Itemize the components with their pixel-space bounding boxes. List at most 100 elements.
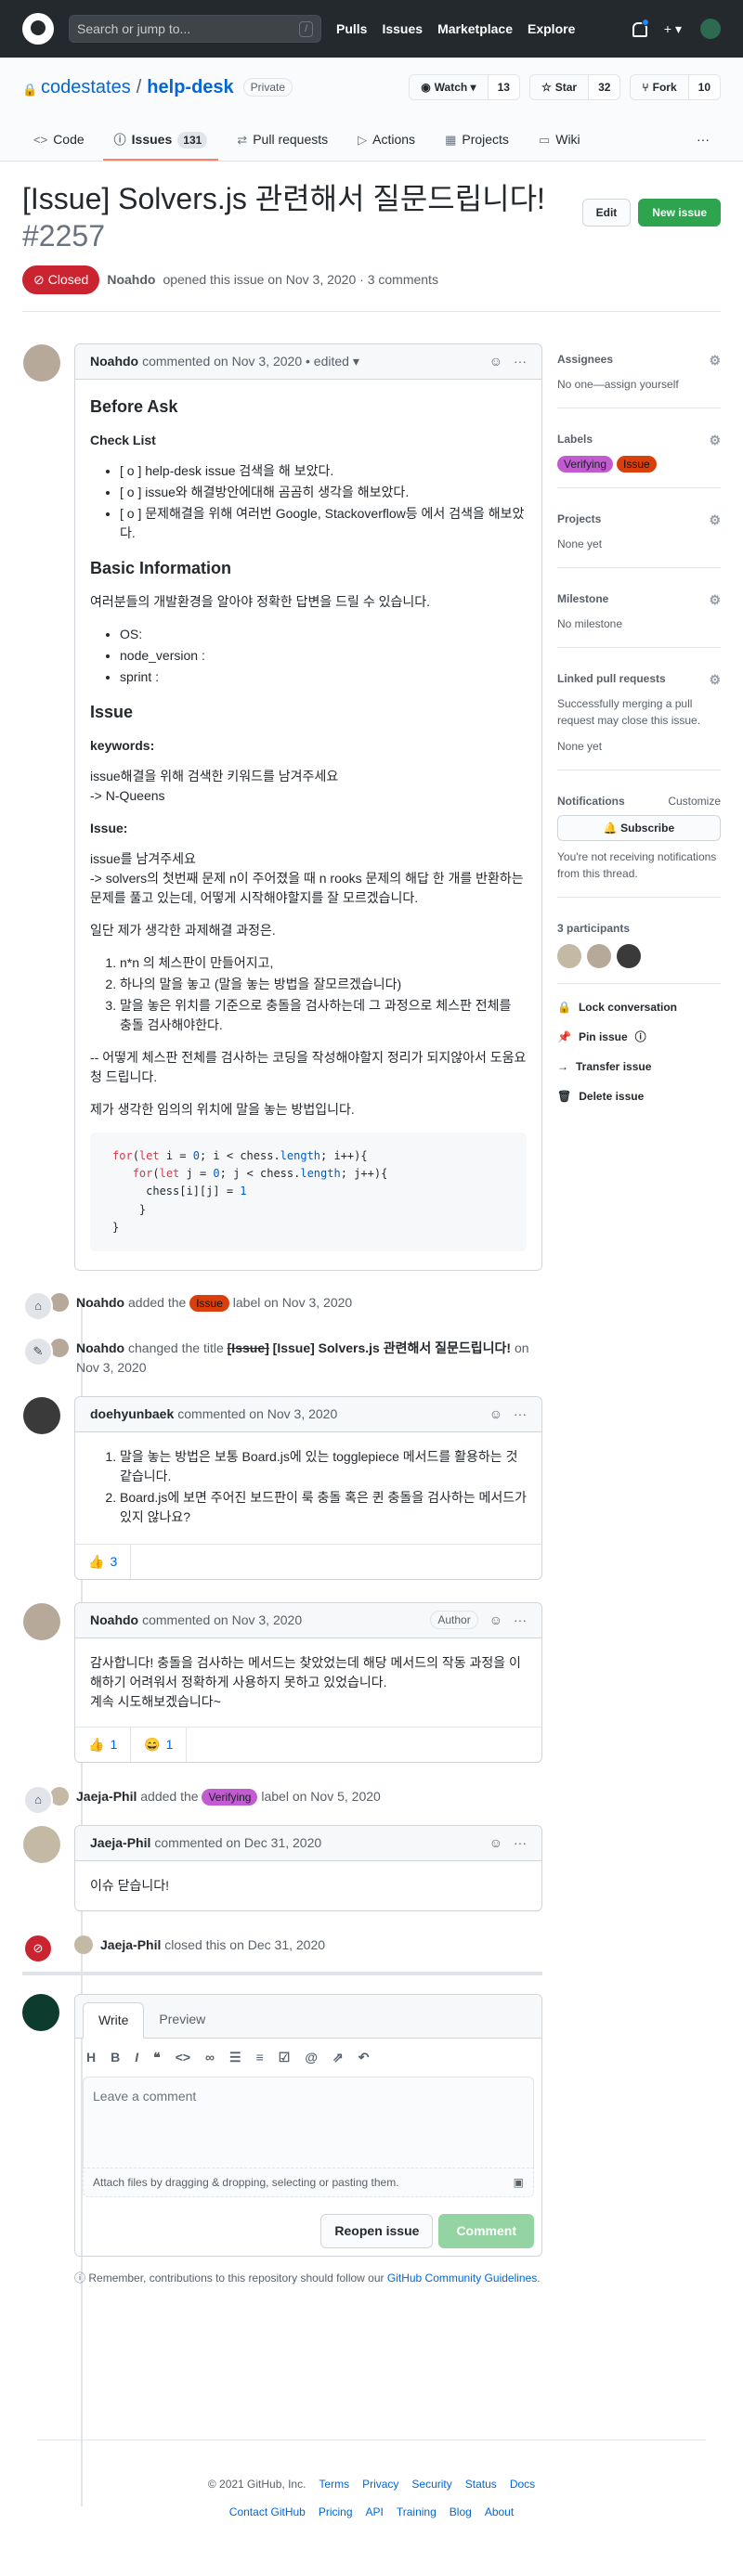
tab-write[interactable]: Write — [83, 2001, 145, 2039]
bold-icon[interactable]: B — [111, 2048, 120, 2067]
mention-icon[interactable]: @ — [305, 2048, 318, 2067]
repo-owner-link[interactable]: codestates — [41, 73, 131, 101]
event-actor[interactable]: Jaeja-Phil — [100, 1937, 161, 1952]
footer-link-status[interactable]: Status — [465, 2476, 497, 2492]
attach-files-bar[interactable]: Attach files by dragging & dropping, sel… — [83, 2167, 534, 2197]
event-actor[interactable]: Noahdo — [76, 1295, 124, 1310]
edit-title-button[interactable]: Edit — [581, 199, 632, 227]
guidelines-link[interactable]: GitHub Community Guidelines — [387, 2272, 537, 2285]
fork-button[interactable]: ⑂ Fork — [631, 75, 689, 99]
gear-icon[interactable]: ⚙ — [709, 351, 721, 370]
smiley-icon[interactable]: ☺ — [489, 352, 502, 371]
avatar-jaeja-mini[interactable] — [50, 1786, 69, 1806]
reply-icon[interactable]: ↶ — [358, 2048, 370, 2067]
tab-projects[interactable]: ▦ Projects — [434, 121, 520, 161]
more-tabs-button[interactable]: ··· — [685, 121, 721, 161]
tasklist-icon[interactable]: ☑ — [279, 2048, 291, 2067]
watch-count[interactable]: 13 — [488, 75, 519, 99]
ordered-list-icon[interactable]: ≡ — [256, 2048, 264, 2067]
tab-pull-requests[interactable]: ⇄ Pull requests — [226, 121, 339, 161]
user-avatar-menu[interactable] — [700, 19, 721, 39]
comment-meta[interactable]: commented on Nov 3, 2020 — [177, 1405, 337, 1424]
unordered-list-icon[interactable]: ☰ — [229, 2048, 241, 2067]
transfer-issue-button[interactable]: → Transfer issue — [557, 1058, 721, 1075]
footer-link-contact[interactable]: Contact GitHub — [229, 2504, 306, 2520]
avatar[interactable] — [557, 944, 581, 968]
avatar-noahdo-mini[interactable] — [50, 1292, 69, 1312]
gear-icon[interactable]: ⚙ — [709, 511, 721, 530]
tab-preview[interactable]: Preview — [144, 2002, 220, 2038]
tab-wiki[interactable]: ▭ Wiki — [528, 121, 592, 161]
star-button[interactable]: ☆ Star — [529, 75, 590, 99]
comment-meta[interactable]: commented on Nov 3, 2020 — [142, 1611, 302, 1630]
footer-link-about[interactable]: About — [485, 2504, 514, 2520]
comment-textarea[interactable]: Leave a comment — [83, 2076, 534, 2168]
italic-icon[interactable]: I — [135, 2048, 138, 2067]
footer-link-training[interactable]: Training — [397, 2504, 437, 2520]
subscribe-button[interactable]: 🔔 Subscribe — [557, 815, 721, 841]
reaction-thumbs-up[interactable]: 👍 1 — [75, 1727, 132, 1762]
footer-link-api[interactable]: API — [366, 2504, 384, 2520]
issue-author[interactable]: Noahdo — [107, 270, 155, 290]
avatar-noahdo-mini[interactable] — [50, 1338, 69, 1357]
cross-reference-icon[interactable]: ⇗ — [332, 2048, 344, 2067]
new-issue-button[interactable]: New issue — [638, 199, 721, 227]
label-verifying[interactable]: Verifying — [202, 1788, 258, 1806]
link-icon[interactable]: ∞ — [205, 2048, 215, 2067]
smiley-icon[interactable]: ☺ — [489, 1405, 502, 1424]
gear-icon[interactable]: ⚙ — [709, 431, 721, 450]
comment-submit-button[interactable]: Comment — [438, 2213, 534, 2248]
avatar-jaeja-mini[interactable] — [74, 1935, 93, 1954]
repo-name-link[interactable]: help-desk — [147, 73, 233, 101]
comment-author[interactable]: Noahdo — [90, 352, 138, 371]
label-issue[interactable]: Issue — [617, 456, 657, 472]
label-verifying[interactable]: Verifying — [557, 456, 614, 472]
smiley-icon[interactable]: ☺ — [489, 1611, 502, 1630]
tab-actions[interactable]: ▷ Actions — [346, 121, 426, 161]
comment-author[interactable]: Noahdo — [90, 1611, 138, 1630]
avatar-doehyunbaek[interactable] — [23, 1396, 60, 1434]
footer-link-terms[interactable]: Terms — [319, 2476, 349, 2492]
customize-link[interactable]: Customize — [668, 793, 721, 809]
avatar[interactable] — [617, 944, 641, 968]
reaction-laugh[interactable]: 😄 1 — [131, 1727, 188, 1762]
sidebar-projects[interactable]: Projects ⚙ None yet — [557, 503, 721, 568]
comment-author[interactable]: Jaeja-Phil — [90, 1833, 150, 1853]
watch-button[interactable]: ◉ Watch ▾ — [410, 75, 489, 99]
nav-pulls[interactable]: Pulls — [336, 19, 367, 39]
nav-explore[interactable]: Explore — [528, 19, 575, 39]
footer-link-security[interactable]: Security — [411, 2476, 451, 2492]
gear-icon[interactable]: ⚙ — [709, 590, 721, 610]
tab-code[interactable]: <> Code — [22, 121, 96, 161]
pin-issue-button[interactable]: 📌 Pin issue ⓘ — [557, 1029, 721, 1045]
search-input[interactable]: Search or jump to... / — [69, 15, 321, 43]
sidebar-linked-prs[interactable]: Linked pull requests ⚙ Successfully mergi… — [557, 663, 721, 770]
heading-icon[interactable]: H — [86, 2048, 96, 2067]
kebab-icon[interactable]: ··· — [514, 1611, 527, 1630]
nav-marketplace[interactable]: Marketplace — [437, 19, 513, 39]
comment-meta[interactable]: commented on Dec 31, 2020 — [154, 1833, 321, 1853]
github-logo-icon[interactable] — [22, 13, 54, 45]
quote-icon[interactable]: ❝ — [153, 2048, 161, 2067]
sidebar-assignees[interactable]: Assignees ⚙ No one—assign yourself — [557, 343, 721, 408]
assignees-value[interactable]: No one—assign yourself — [557, 376, 721, 393]
event-actor[interactable]: Noahdo — [76, 1340, 124, 1355]
label-issue[interactable]: Issue — [189, 1294, 229, 1312]
avatar-noahdo[interactable] — [23, 344, 60, 382]
tab-issues[interactable]: ⓘ Issues 131 — [102, 121, 219, 161]
code-icon[interactable]: <> — [176, 2048, 190, 2067]
nav-issues[interactable]: Issues — [382, 19, 423, 39]
notifications-bell-icon[interactable] — [631, 19, 649, 37]
smiley-icon[interactable]: ☺ — [489, 1833, 502, 1853]
footer-link-docs[interactable]: Docs — [510, 2476, 535, 2492]
avatar-noahdo[interactable] — [23, 1602, 60, 1640]
reopen-issue-button[interactable]: Reopen issue — [320, 2213, 434, 2248]
kebab-icon[interactable]: ··· — [514, 1405, 527, 1424]
comment-author[interactable]: doehyunbaek — [90, 1405, 174, 1424]
avatar-jaeja-phil[interactable] — [23, 1825, 60, 1863]
star-count[interactable]: 32 — [589, 75, 620, 99]
footer-link-pricing[interactable]: Pricing — [319, 2504, 353, 2520]
delete-issue-button[interactable]: 🗑 Delete issue — [557, 1088, 721, 1105]
gear-icon[interactable]: ⚙ — [709, 670, 721, 690]
fork-count[interactable]: 10 — [688, 75, 720, 99]
